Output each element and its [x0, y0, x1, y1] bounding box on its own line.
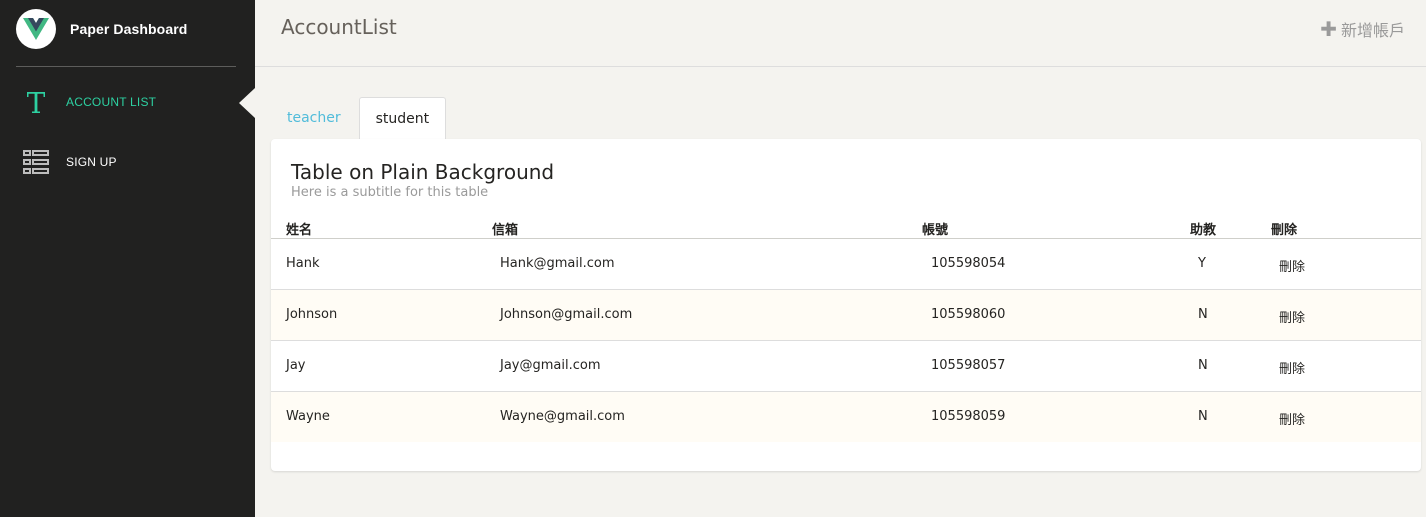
- column-header-ta: 助教: [1190, 223, 1217, 238]
- add-account-button[interactable]: ✚ 新增帳戶: [1320, 17, 1405, 41]
- card-subtitle: Here is a subtitle for this table: [291, 185, 489, 200]
- card-title: Table on Plain Background: [291, 160, 555, 184]
- cell-name: Wayne: [286, 409, 330, 424]
- column-header-account: 帳號: [922, 223, 949, 238]
- column-header-delete: 刪除: [1271, 223, 1298, 238]
- cell-name: Jay: [286, 358, 306, 373]
- cell-ta: Y: [1198, 256, 1206, 271]
- table-row: Wayne Wayne@gmail.com 105598059 N 刪除: [271, 392, 1421, 442]
- cell-account: 105598057: [931, 358, 1006, 373]
- top-navbar: AccountList ✚ 新增帳戶: [255, 0, 1426, 67]
- cell-name: Johnson: [286, 307, 338, 322]
- sidebar-item-label: SIGN UP: [66, 155, 117, 169]
- cell-ta: N: [1198, 307, 1208, 322]
- cell-ta: N: [1198, 358, 1208, 373]
- tab-student[interactable]: student: [358, 97, 447, 140]
- cell-email: Jay@gmail.com: [500, 358, 601, 373]
- cell-email: Hank@gmail.com: [500, 256, 615, 271]
- page-title: AccountList: [281, 15, 397, 39]
- tab-teacher[interactable]: teacher: [271, 97, 357, 138]
- table-row: Johnson Johnson@gmail.com 105598060 N 刪除: [271, 290, 1421, 341]
- vue-logo-icon: [16, 9, 56, 49]
- brand-name: Paper Dashboard: [70, 21, 188, 37]
- text-t-icon: [22, 88, 50, 116]
- sidebar-item-account-list[interactable]: ACCOUNT LIST: [0, 82, 255, 122]
- cell-account: 105598054: [931, 256, 1006, 271]
- sidebar: Paper Dashboard ACCOUNT LIST SIGN UP: [0, 0, 255, 517]
- table-header: 姓名 信箱 帳號 助教 刪除: [271, 219, 1421, 239]
- column-header-name: 姓名: [286, 223, 313, 238]
- delete-button[interactable]: 刪除: [1279, 409, 1305, 428]
- delete-button[interactable]: 刪除: [1279, 307, 1305, 326]
- table-row: Jay Jay@gmail.com 105598057 N 刪除: [271, 341, 1421, 392]
- brand-divider: [16, 66, 236, 67]
- account-table-card: Table on Plain Background Here is a subt…: [271, 139, 1421, 471]
- cell-name: Hank: [286, 256, 320, 271]
- cell-email: Johnson@gmail.com: [500, 307, 633, 322]
- plus-icon: ✚: [1320, 17, 1337, 41]
- column-header-email: 信箱: [492, 223, 519, 238]
- brand[interactable]: Paper Dashboard: [16, 9, 187, 49]
- view-list-icon: [22, 148, 50, 176]
- cell-ta: N: [1198, 409, 1208, 424]
- cell-email: Wayne@gmail.com: [500, 409, 625, 424]
- sidebar-item-label: ACCOUNT LIST: [66, 95, 157, 109]
- role-tabs: teacher student: [271, 97, 447, 140]
- delete-button[interactable]: 刪除: [1279, 358, 1305, 377]
- cell-account: 105598059: [931, 409, 1006, 424]
- add-account-label: 新增帳戶: [1340, 21, 1405, 40]
- table-row: Hank Hank@gmail.com 105598054 Y 刪除: [271, 239, 1421, 290]
- active-indicator: [239, 88, 255, 118]
- sidebar-item-sign-up[interactable]: SIGN UP: [0, 142, 255, 182]
- delete-button[interactable]: 刪除: [1279, 256, 1305, 275]
- cell-account: 105598060: [931, 307, 1006, 322]
